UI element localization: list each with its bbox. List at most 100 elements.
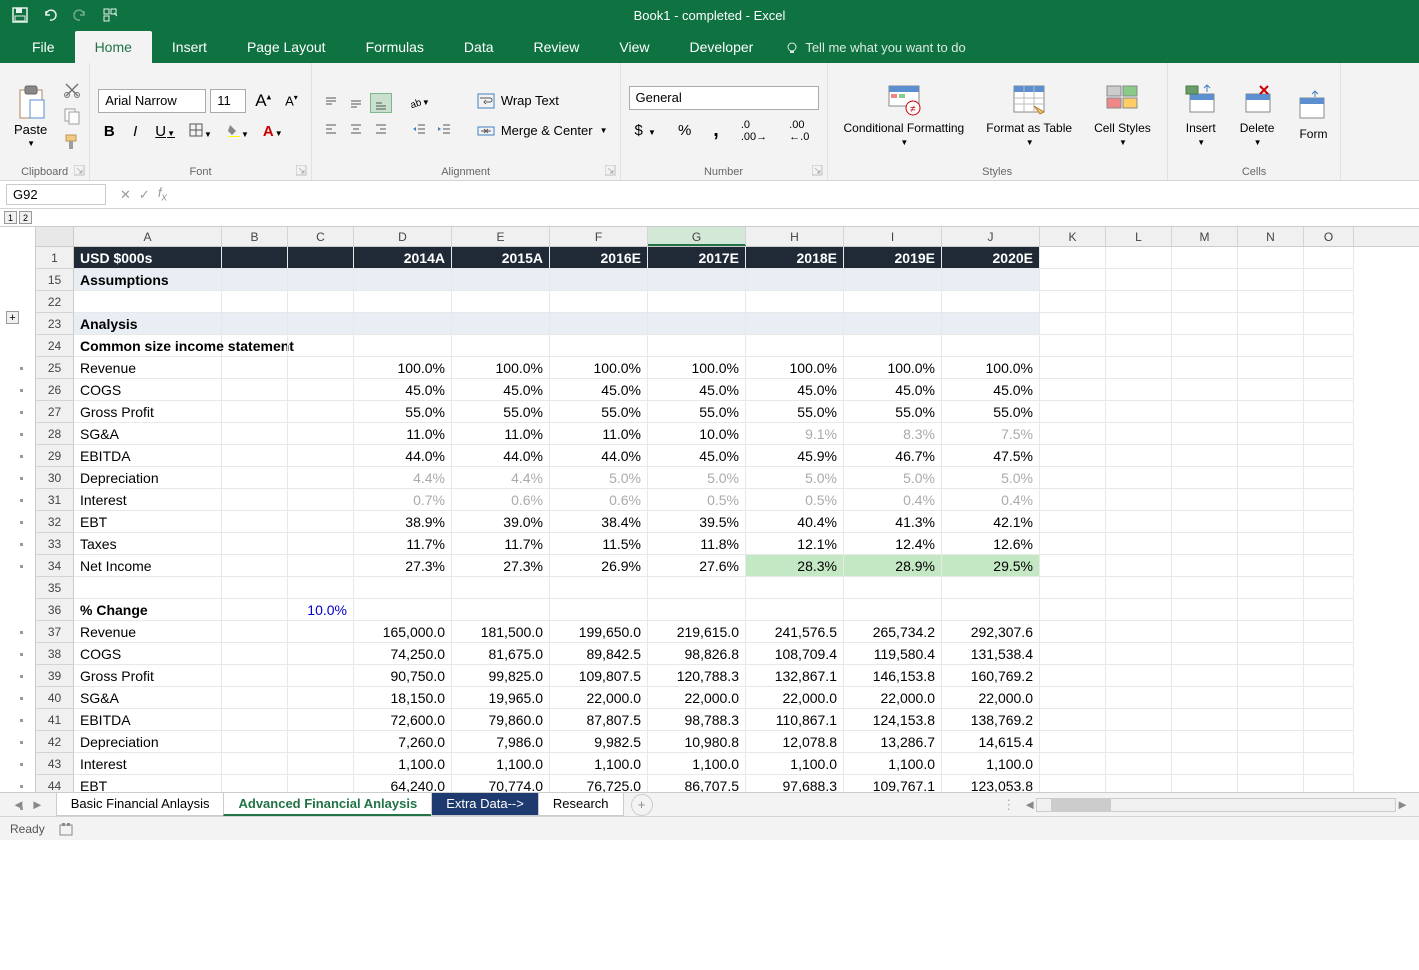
cell[interactable]: 79,860.0 [452,709,550,731]
cell[interactable]: 55.0% [550,401,648,423]
cell[interactable]: 11.7% [452,533,550,555]
cell[interactable]: 292,307.6 [942,621,1040,643]
align-bottom-icon[interactable] [370,93,392,113]
cell[interactable]: 22,000.0 [648,687,746,709]
column-header-M[interactable]: M [1172,227,1238,246]
cell[interactable]: 14,615.4 [942,731,1040,753]
cell[interactable]: 11.0% [354,423,452,445]
tab-view[interactable]: View [599,31,669,63]
cell[interactable] [1040,533,1106,555]
row-header[interactable]: 41 [36,709,74,731]
row-header[interactable]: 28 [36,423,74,445]
cell[interactable]: 47.5% [942,445,1040,467]
cell[interactable] [222,269,288,291]
cell[interactable]: 38.9% [354,511,452,533]
cell[interactable] [222,643,288,665]
cell[interactable]: 45.0% [648,379,746,401]
cell[interactable] [550,269,648,291]
cell[interactable]: 70,774.0 [452,775,550,792]
select-all-corner[interactable] [36,227,74,246]
cell[interactable] [746,335,844,357]
cell[interactable] [1040,379,1106,401]
cell[interactable]: 22,000.0 [844,687,942,709]
cell[interactable] [1040,291,1106,313]
cell[interactable]: 44.0% [452,445,550,467]
redo-icon[interactable] [72,7,88,23]
cell[interactable]: 27.3% [452,555,550,577]
row-header[interactable]: 15 [36,269,74,291]
cell[interactable] [288,291,354,313]
cell[interactable] [1304,511,1354,533]
orientation-icon[interactable]: ab▼ [408,93,430,113]
italic-button[interactable]: I [124,120,146,143]
cell[interactable] [222,709,288,731]
row-header[interactable]: 42 [36,731,74,753]
merge-center-button[interactable]: Merge & Center ▼ [473,120,612,142]
fx-icon[interactable]: fx [158,185,167,204]
cell[interactable] [844,599,942,621]
cell[interactable]: Net Income [74,555,222,577]
cell[interactable]: 1,100.0 [354,753,452,775]
cell[interactable]: 99,825.0 [452,665,550,687]
cell[interactable]: 100.0% [942,357,1040,379]
cell[interactable]: 87,807.5 [550,709,648,731]
tab-formulas[interactable]: Formulas [346,31,444,63]
cell[interactable] [288,533,354,555]
align-middle-icon[interactable] [345,93,367,113]
align-right-icon[interactable] [370,119,392,139]
cell[interactable] [1040,489,1106,511]
cell[interactable] [1304,775,1354,792]
cell[interactable] [648,313,746,335]
cell[interactable]: 1,100.0 [844,753,942,775]
cell[interactable]: 45.0% [942,379,1040,401]
cell[interactable] [1172,753,1238,775]
cell[interactable] [1238,445,1304,467]
cell[interactable] [1106,577,1172,599]
column-header-J[interactable]: J [942,227,1040,246]
cell[interactable]: 0.5% [648,489,746,511]
cell[interactable] [1106,665,1172,687]
cell[interactable] [354,599,452,621]
cell[interactable]: 100.0% [844,357,942,379]
cell[interactable]: 22,000.0 [942,687,1040,709]
cell[interactable] [1238,709,1304,731]
row-header[interactable]: 23 [36,313,74,335]
cell[interactable] [1238,379,1304,401]
cell[interactable]: 11.8% [648,533,746,555]
cell[interactable] [222,313,288,335]
cell[interactable]: 38.4% [550,511,648,533]
format-painter-icon[interactable] [63,133,81,151]
cell[interactable] [288,621,354,643]
cell[interactable] [1172,291,1238,313]
column-header-O[interactable]: O [1304,227,1354,246]
cell[interactable]: 39.0% [452,511,550,533]
save-icon[interactable] [12,7,28,23]
tab-home[interactable]: Home [75,31,152,63]
cell[interactable]: 5.0% [648,467,746,489]
cell[interactable] [1172,577,1238,599]
cell[interactable] [1304,555,1354,577]
row-header[interactable]: 40 [36,687,74,709]
cell[interactable] [1172,709,1238,731]
cell[interactable] [1106,621,1172,643]
row-header[interactable]: 31 [36,489,74,511]
cell[interactable] [1040,621,1106,643]
alignment-dialog-launcher-icon[interactable] [605,165,616,176]
column-header-D[interactable]: D [354,227,452,246]
row-header[interactable]: 27 [36,401,74,423]
cell[interactable] [1304,335,1354,357]
cell[interactable] [844,335,942,357]
column-header-B[interactable]: B [222,227,288,246]
cell[interactable]: 45.9% [746,445,844,467]
cell[interactable]: 181,500.0 [452,621,550,643]
cell[interactable] [288,423,354,445]
cell[interactable] [222,577,288,599]
cell[interactable] [288,247,354,269]
cell[interactable]: 100.0% [746,357,844,379]
cell[interactable] [746,269,844,291]
cell[interactable] [1040,687,1106,709]
cell[interactable] [1304,599,1354,621]
cell[interactable] [746,313,844,335]
cell[interactable]: 1,100.0 [746,753,844,775]
cell[interactable]: 26.9% [550,555,648,577]
